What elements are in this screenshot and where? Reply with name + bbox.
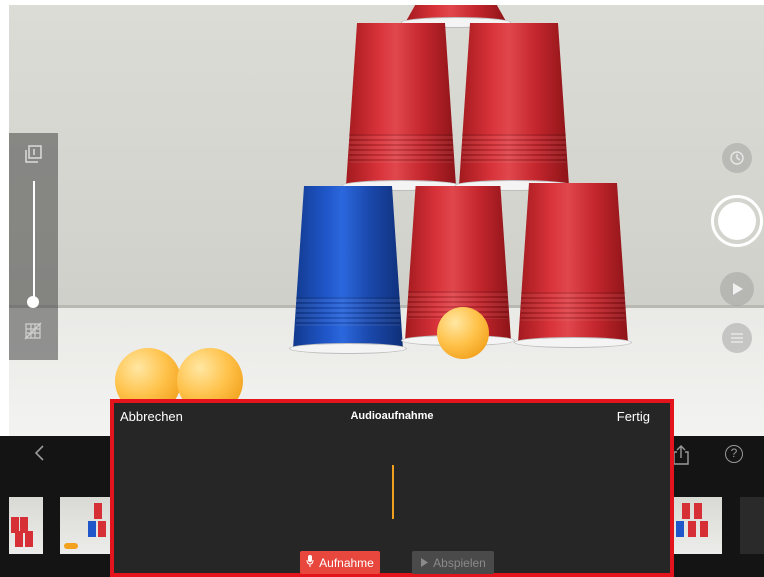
shutter-button[interactable] [711, 195, 763, 247]
chevron-left-icon[interactable] [30, 444, 48, 466]
timeline-clip-thumbnail[interactable] [674, 497, 722, 554]
shutter-inner [718, 202, 756, 240]
cup-middle-right [454, 23, 574, 191]
record-button[interactable]: Aufnahme [300, 551, 380, 574]
play-button[interactable]: Abspielen [412, 551, 494, 574]
done-button[interactable]: Fertig [617, 409, 650, 424]
record-button-label: Aufnahme [319, 555, 374, 570]
camera-switch-icon[interactable] [24, 145, 42, 163]
camera-preview [9, 5, 764, 436]
audio-recording-dialog: Abbrechen Audioaufnahme Fertig Aufnahme … [110, 399, 674, 577]
play-button-label: Abspielen [433, 555, 486, 570]
cup-bottom-blue [288, 186, 408, 354]
camera-zoom-panel [9, 133, 58, 360]
cup-top [400, 5, 512, 28]
ping-pong-ball [437, 307, 489, 359]
zoom-slider-track[interactable] [33, 181, 35, 299]
zoom-slider-handle[interactable] [27, 296, 39, 308]
timeline-clip-thumbnail[interactable] [9, 497, 43, 554]
timer-icon[interactable] [722, 143, 752, 173]
list-icon[interactable] [722, 323, 752, 353]
cup-middle-left [341, 23, 461, 191]
help-icon[interactable]: ? [725, 445, 743, 463]
grid-off-icon[interactable] [24, 322, 42, 340]
dialog-title: Audioaufnahme [350, 410, 434, 422]
share-icon[interactable] [672, 444, 690, 466]
timeline-clip-placeholder[interactable] [740, 497, 764, 554]
microphone-icon [306, 555, 314, 570]
play-icon[interactable] [720, 272, 754, 306]
play-icon [420, 556, 429, 570]
cup-bottom-right [513, 183, 633, 348]
timeline-clip-thumbnail[interactable] [60, 497, 110, 554]
audio-playhead [392, 465, 394, 519]
